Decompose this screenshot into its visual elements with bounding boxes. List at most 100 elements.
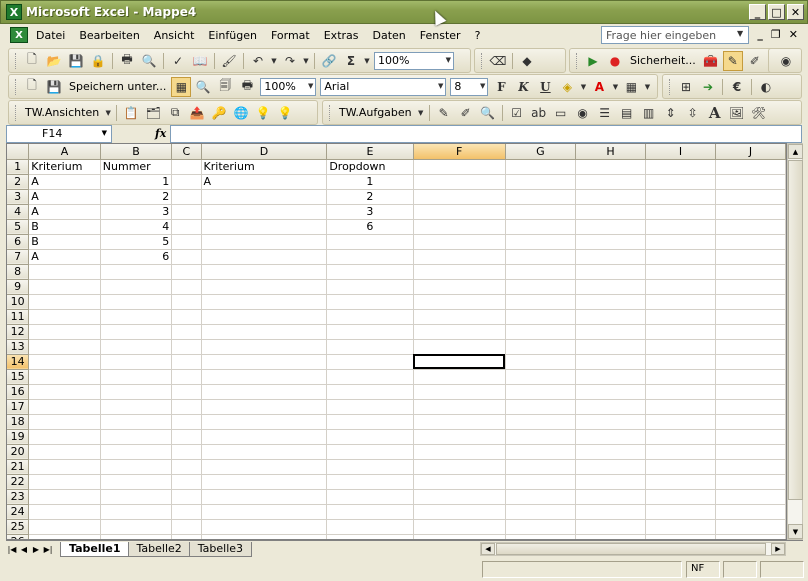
format-painter-icon[interactable]: 🖌 — [219, 51, 239, 71]
cell-b19[interactable] — [100, 429, 173, 445]
org-chart-icon[interactable]: 🗂 — [143, 103, 163, 123]
menu-fenster[interactable]: Fenster — [420, 29, 461, 42]
cell-f15[interactable] — [413, 369, 506, 385]
cell-a12[interactable] — [28, 324, 101, 340]
chart-edit-icon[interactable]: ✎ — [434, 103, 454, 123]
close-button[interactable]: ✕ — [787, 4, 804, 20]
column-header-g[interactable]: G — [505, 144, 576, 160]
horizontal-scroll-thumb[interactable] — [496, 543, 766, 555]
scroll-right-icon[interactable]: ▶ — [771, 543, 785, 555]
cell-d10[interactable] — [201, 294, 328, 310]
cell-a18[interactable] — [28, 414, 101, 430]
cell-j21[interactable] — [715, 459, 786, 475]
cell-b14[interactable] — [100, 354, 173, 370]
next-sheet-icon[interactable]: ▶ — [30, 545, 42, 554]
cell-j13[interactable] — [715, 339, 786, 355]
row-header[interactable]: 15 — [7, 369, 30, 385]
record-icon[interactable]: ◉ — [776, 51, 796, 71]
merge-cells-icon[interactable]: ⊞ — [676, 77, 696, 97]
cell-i11[interactable] — [645, 309, 716, 325]
doc-minimize-button[interactable]: _ — [757, 28, 763, 41]
cell-h19[interactable] — [575, 429, 647, 445]
cell-a7[interactable]: A — [28, 249, 101, 265]
cell-f3[interactable] — [413, 189, 506, 205]
cell-i21[interactable] — [645, 459, 716, 475]
cell-g10[interactable] — [505, 294, 576, 310]
cell-b1[interactable]: Nummer — [100, 159, 173, 175]
cell-i9[interactable] — [645, 279, 716, 295]
cell-g15[interactable] — [505, 369, 576, 385]
redo-icon[interactable]: ↷ — [280, 51, 300, 71]
cell-a13[interactable] — [28, 339, 101, 355]
cell-h15[interactable] — [575, 369, 647, 385]
cell-g16[interactable] — [505, 384, 576, 400]
row-header[interactable]: 6 — [7, 234, 30, 250]
cell-h18[interactable] — [575, 414, 647, 430]
cell-f2[interactable] — [413, 174, 506, 190]
cell-i4[interactable] — [645, 204, 716, 220]
cell-g1[interactable] — [505, 159, 576, 175]
export-icon[interactable]: 📤 — [187, 103, 207, 123]
menu-extras[interactable]: Extras — [324, 29, 359, 42]
toolbar-grip[interactable] — [15, 104, 18, 121]
cell-e20[interactable] — [326, 444, 414, 460]
cell-j19[interactable] — [715, 429, 786, 445]
cell-c12[interactable] — [171, 324, 202, 340]
record-macro-icon[interactable]: ● — [605, 51, 625, 71]
menu-datei[interactable]: Datei — [36, 29, 65, 42]
cell-a24[interactable] — [28, 504, 101, 520]
chevron-down-icon[interactable]: ▼ — [102, 129, 107, 137]
help-search-input[interactable]: Frage hier eingeben — [601, 26, 749, 44]
cell-a23[interactable] — [28, 489, 101, 505]
cell-g7[interactable] — [505, 249, 576, 265]
toolbox-icon[interactable]: 🧰 — [701, 51, 721, 71]
cell-g17[interactable] — [505, 399, 576, 415]
row-header[interactable]: 11 — [7, 309, 30, 325]
sheet-tab-tabelle3[interactable]: Tabelle3 — [188, 541, 253, 557]
row-header[interactable]: 2 — [7, 174, 30, 190]
cell-b24[interactable] — [100, 504, 173, 520]
cell-f20[interactable] — [413, 444, 506, 460]
toolbar-grip[interactable] — [481, 52, 484, 69]
maximize-button[interactable]: □ — [768, 4, 785, 20]
cell-c18[interactable] — [171, 414, 202, 430]
cell-f11[interactable] — [413, 309, 506, 325]
cell-j10[interactable] — [715, 294, 786, 310]
zoom-select[interactable]: 100% ▼ — [374, 51, 454, 70]
lightbulb-off-icon[interactable]: 💡 — [275, 103, 295, 123]
cell-f13[interactable] — [413, 339, 506, 355]
document-icon[interactable]: X — [10, 27, 28, 43]
cell-c9[interactable] — [171, 279, 202, 295]
sheet-tab-tabelle1[interactable]: Tabelle1 — [60, 541, 130, 557]
new-file-icon[interactable]: 🗋 — [22, 51, 42, 71]
cell-j2[interactable] — [715, 174, 786, 190]
cell-a17[interactable] — [28, 399, 101, 415]
open-folder-icon[interactable]: 📂 — [44, 51, 64, 71]
column-header-d[interactable]: D — [201, 144, 328, 160]
checkbox-control-icon[interactable]: ☑ — [507, 103, 527, 123]
cell-j15[interactable] — [715, 369, 786, 385]
cell-j7[interactable] — [715, 249, 786, 265]
cell-f17[interactable] — [413, 399, 506, 415]
minimize-button[interactable]: _ — [749, 4, 766, 20]
cell-d20[interactable] — [201, 444, 328, 460]
cell-g6[interactable] — [505, 234, 576, 250]
cell-j18[interactable] — [715, 414, 786, 430]
cell-j25[interactable] — [715, 519, 786, 535]
cell-h8[interactable] — [575, 264, 647, 280]
cell-a22[interactable] — [28, 474, 101, 490]
cell-i1[interactable] — [645, 159, 716, 175]
research-icon[interactable]: 📖 — [190, 51, 210, 71]
menu-format[interactable]: Format — [271, 29, 310, 42]
cell-j17[interactable] — [715, 399, 786, 415]
save-icon[interactable]: 💾 — [66, 51, 86, 71]
cell-i5[interactable] — [645, 219, 716, 235]
cell-h13[interactable] — [575, 339, 647, 355]
cell-b3[interactable]: 2 — [100, 189, 173, 205]
run-macro-icon[interactable]: ▶ — [583, 51, 603, 71]
copy-icon[interactable]: ⧉ — [165, 103, 185, 123]
cell-i3[interactable] — [645, 189, 716, 205]
toolbar-grip[interactable] — [669, 78, 672, 95]
cell-i8[interactable] — [645, 264, 716, 280]
cell-h1[interactable] — [575, 159, 647, 175]
